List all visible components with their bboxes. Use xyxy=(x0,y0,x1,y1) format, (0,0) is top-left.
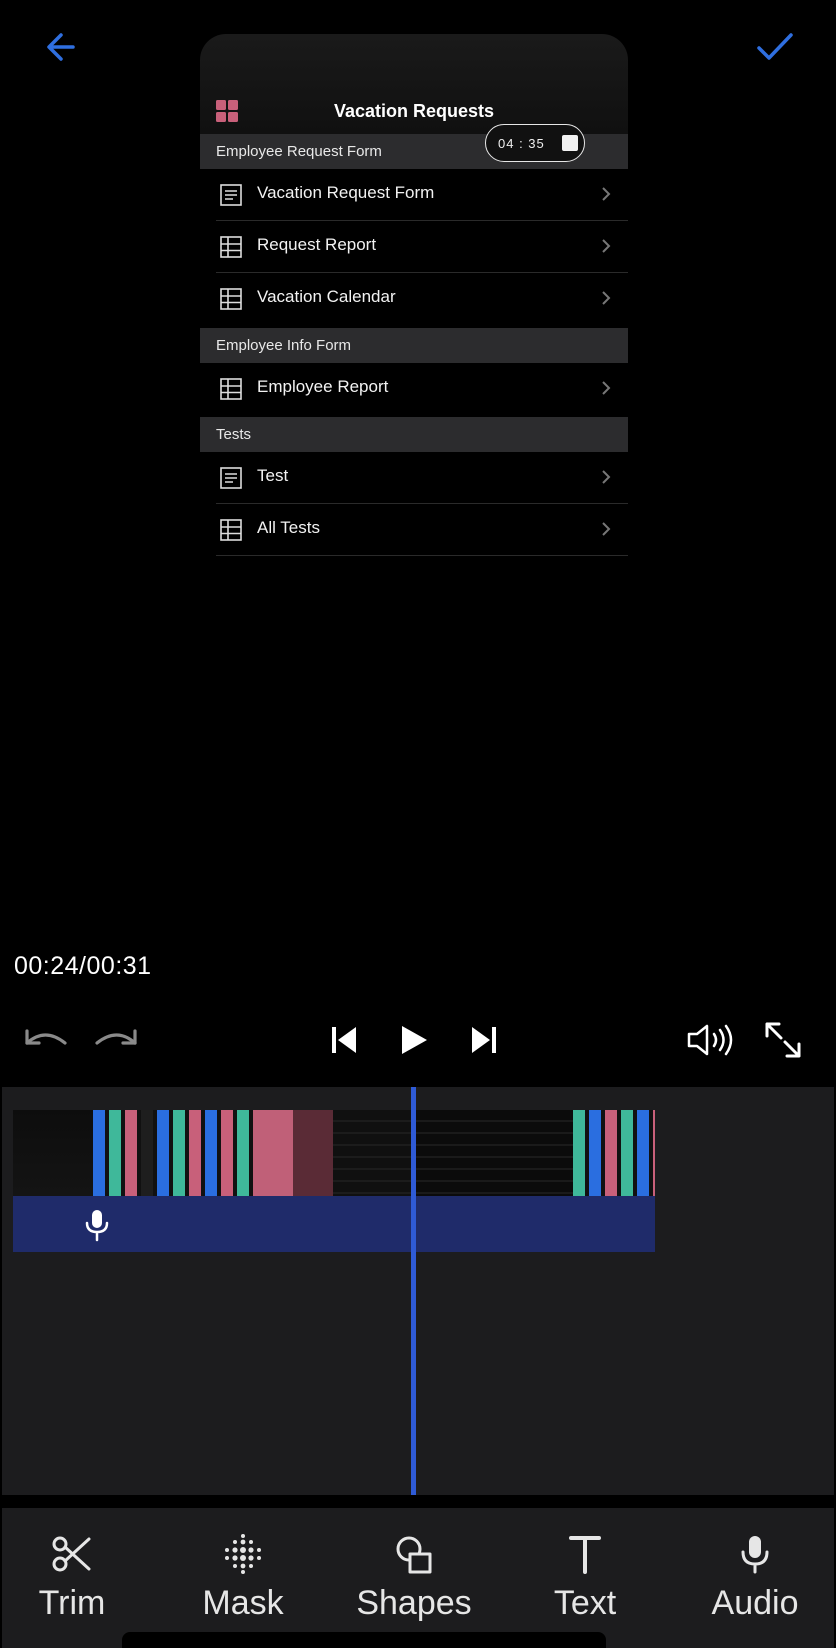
video-thumbnail xyxy=(413,1110,493,1196)
arrow-left-icon xyxy=(47,33,75,61)
list-item[interactable]: Vacation Request Form xyxy=(200,169,628,221)
table-icon xyxy=(220,236,242,258)
list-item-label: Vacation Calendar xyxy=(257,287,396,306)
video-thumbnail xyxy=(253,1110,293,1196)
skip-forward-button[interactable] xyxy=(462,1018,506,1062)
stop-icon xyxy=(561,135,578,151)
list-item[interactable]: Vacation Calendar xyxy=(200,273,628,325)
audio-tool-button[interactable]: Audio xyxy=(680,1532,830,1623)
shapes-tool-button[interactable]: Shapes xyxy=(339,1532,489,1623)
chevron-right-icon xyxy=(602,522,611,536)
scissors-icon xyxy=(52,1536,91,1572)
done-button[interactable] xyxy=(750,22,800,72)
home-indicator xyxy=(122,1632,606,1648)
expand-icon xyxy=(765,1022,801,1058)
list-item[interactable]: Employee Report xyxy=(200,363,628,415)
video-thumbnail xyxy=(573,1110,655,1196)
playback-time: 00:24/00:31 xyxy=(14,952,152,980)
list-item-label: Vacation Request Form xyxy=(257,183,435,202)
list-item[interactable]: All Tests xyxy=(200,504,628,556)
timeline[interactable] xyxy=(2,1087,834,1495)
recording-indicator[interactable]: 04 : 35 xyxy=(485,124,585,162)
skip-back-icon xyxy=(332,1027,356,1053)
section-header: Tests xyxy=(200,417,628,452)
chevron-right-icon xyxy=(602,470,611,484)
volume-icon xyxy=(687,1024,733,1056)
video-thumbnail xyxy=(13,1110,93,1196)
redo-icon xyxy=(95,1029,137,1045)
video-thumbnail xyxy=(93,1110,173,1196)
volume-button[interactable] xyxy=(684,1018,740,1062)
list-item-label: All Tests xyxy=(257,518,320,537)
preview-title: Vacation Requests xyxy=(333,101,495,121)
tool-bar: Trim Mask Shapes Text Audio xyxy=(2,1508,834,1648)
play-icon xyxy=(402,1026,427,1054)
audio-track[interactable] xyxy=(13,1196,655,1252)
form-icon xyxy=(220,184,242,206)
list-item-label: Request Report xyxy=(257,235,377,254)
fullscreen-button[interactable] xyxy=(758,1018,808,1062)
mask-icon xyxy=(225,1534,261,1574)
video-thumbnail xyxy=(333,1110,413,1196)
list-item-label: Test xyxy=(257,466,289,485)
text-tool-button[interactable]: Text xyxy=(510,1532,660,1623)
chevron-right-icon xyxy=(602,187,611,201)
chevron-right-icon xyxy=(602,239,611,253)
microphone-icon xyxy=(741,1536,769,1574)
table-icon xyxy=(220,378,242,400)
undo-icon xyxy=(25,1029,67,1045)
list-item[interactable]: Request Report xyxy=(200,221,628,273)
microphone-icon xyxy=(85,1210,109,1242)
text-icon xyxy=(569,1536,601,1574)
video-thumbnail xyxy=(173,1110,253,1196)
trim-tool-button[interactable]: Trim xyxy=(0,1532,147,1623)
recording-time: 04 : 35 xyxy=(498,135,545,151)
table-icon xyxy=(220,288,242,310)
chevron-right-icon xyxy=(602,291,611,305)
list-item[interactable]: Test xyxy=(200,452,628,504)
tool-label: Text xyxy=(553,1584,617,1622)
playhead[interactable] xyxy=(411,1087,416,1495)
mask-tool-button[interactable]: Mask xyxy=(168,1532,318,1623)
tool-label: Trim xyxy=(38,1584,106,1622)
play-button[interactable] xyxy=(392,1018,436,1062)
video-thumbnail xyxy=(493,1110,573,1196)
skip-forward-icon xyxy=(472,1027,496,1053)
redo-button[interactable] xyxy=(90,1018,142,1062)
tool-label: Audio xyxy=(711,1584,799,1622)
tool-label: Shapes xyxy=(356,1584,472,1622)
table-icon xyxy=(220,519,242,541)
section-header: Employee Info Form xyxy=(200,328,628,363)
shapes-icon xyxy=(396,1536,432,1574)
skip-back-button[interactable] xyxy=(322,1018,366,1062)
tool-label: Mask xyxy=(202,1584,284,1622)
list-item-label: Employee Report xyxy=(257,377,389,396)
undo-button[interactable] xyxy=(20,1018,72,1062)
video-thumbnail xyxy=(293,1110,333,1196)
video-preview[interactable]: Vacation Requests 04 : 35 Employee Reque… xyxy=(200,34,628,557)
checkmark-icon xyxy=(757,33,793,60)
form-icon xyxy=(220,467,242,489)
chevron-right-icon xyxy=(602,381,611,395)
back-button[interactable] xyxy=(36,22,86,72)
divider xyxy=(216,555,628,556)
video-track[interactable] xyxy=(13,1110,655,1196)
